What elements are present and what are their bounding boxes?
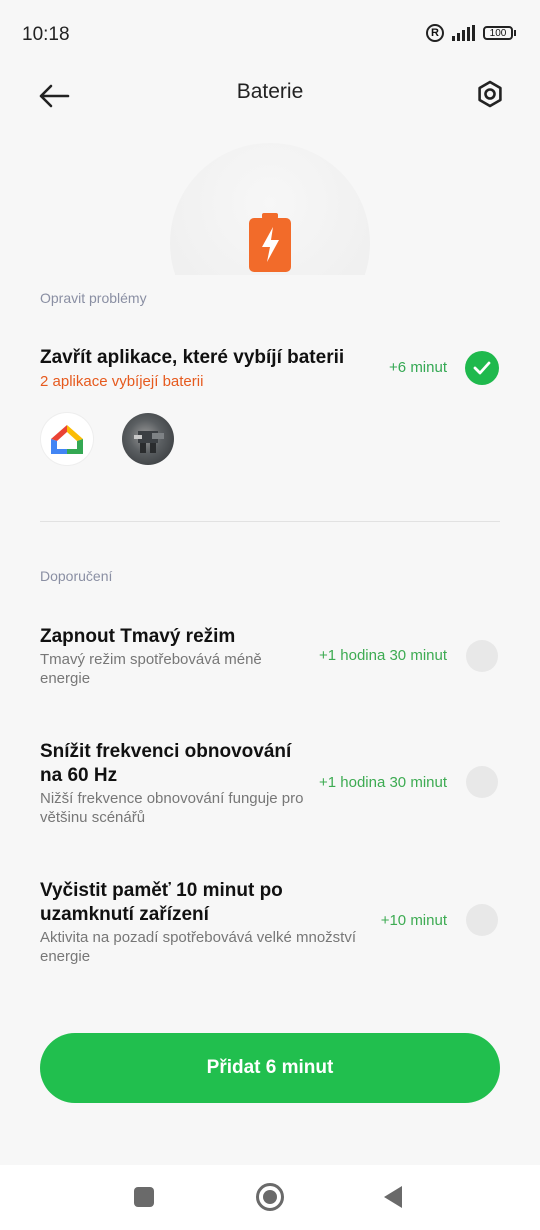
gear-icon bbox=[478, 80, 502, 108]
recommend-item-subtitle-line1: Nižší frekvence obnovování funguje pro bbox=[40, 790, 304, 807]
fix-item-checkbox[interactable] bbox=[465, 351, 499, 385]
battery-charging-icon bbox=[249, 213, 291, 272]
recommend-item-gain: +1 hodina 30 minut bbox=[318, 774, 447, 791]
recommend-item-subtitle-line1: Tmavý režim spotřebovává méně bbox=[40, 651, 262, 668]
settings-button[interactable] bbox=[470, 74, 510, 114]
status-bar: 10:18 R 100 bbox=[0, 0, 540, 68]
recommend-item-subtitle-line2: většinu scénářů bbox=[40, 809, 146, 826]
signal-icon bbox=[452, 25, 475, 41]
google-home-icon bbox=[41, 413, 93, 465]
game-app-icon bbox=[122, 413, 174, 465]
recommend-item-title-line1: Vyčistit paměť 10 minut po bbox=[40, 880, 283, 901]
home-icon[interactable] bbox=[256, 1183, 284, 1211]
status-icons: R 100 bbox=[426, 24, 516, 42]
recommend-item-title-line1: Snížit frekvenci obnovování bbox=[40, 741, 292, 762]
add-minutes-button[interactable]: Přidat 6 minut bbox=[40, 1033, 500, 1103]
recommend-item-checkbox[interactable] bbox=[466, 766, 498, 798]
battery-status-icon: 100 bbox=[483, 26, 516, 40]
recommend-item-title-line2: na 60 Hz bbox=[40, 765, 118, 786]
recommend-item-gain: +1 hodina 30 minut bbox=[318, 647, 447, 664]
clock: 10:18 bbox=[22, 24, 70, 45]
recommend-item-checkbox[interactable] bbox=[466, 904, 498, 936]
battery-hero bbox=[170, 143, 370, 275]
fix-item-gain: +6 minut bbox=[389, 359, 447, 376]
divider bbox=[40, 521, 500, 522]
page-title: Baterie bbox=[236, 80, 304, 103]
recommend-item-subtitle-line2: energie bbox=[40, 670, 91, 687]
fix-item-title: Zavřít aplikace, které vybíjí baterii bbox=[40, 347, 345, 368]
recommend-item-subtitle-line1: Aktivita na pozadí spotřebovává velké mn… bbox=[40, 929, 356, 946]
section-label-recommend: Doporučení bbox=[40, 568, 113, 584]
nav-back-icon[interactable] bbox=[384, 1186, 402, 1208]
checkmark-icon bbox=[473, 361, 491, 375]
section-label-fix: Opravit problémy bbox=[40, 290, 147, 306]
battery-level: 100 bbox=[483, 26, 513, 40]
recommend-item-gain: +10 minut bbox=[380, 912, 447, 929]
recommend-item-title: Zapnout Tmavý režim bbox=[40, 626, 236, 647]
system-nav-bar bbox=[0, 1165, 540, 1230]
app-header: Baterie bbox=[0, 68, 540, 120]
recommend-item-checkbox[interactable] bbox=[466, 640, 498, 672]
recommend-item-title-line2: uzamknutí zařízení bbox=[40, 904, 209, 925]
fix-item-subtitle: 2 aplikace vybíjejí baterii bbox=[40, 373, 204, 390]
recents-icon[interactable] bbox=[134, 1187, 154, 1207]
registered-icon: R bbox=[426, 24, 444, 42]
recommend-item-subtitle-line2: energie bbox=[40, 948, 91, 965]
